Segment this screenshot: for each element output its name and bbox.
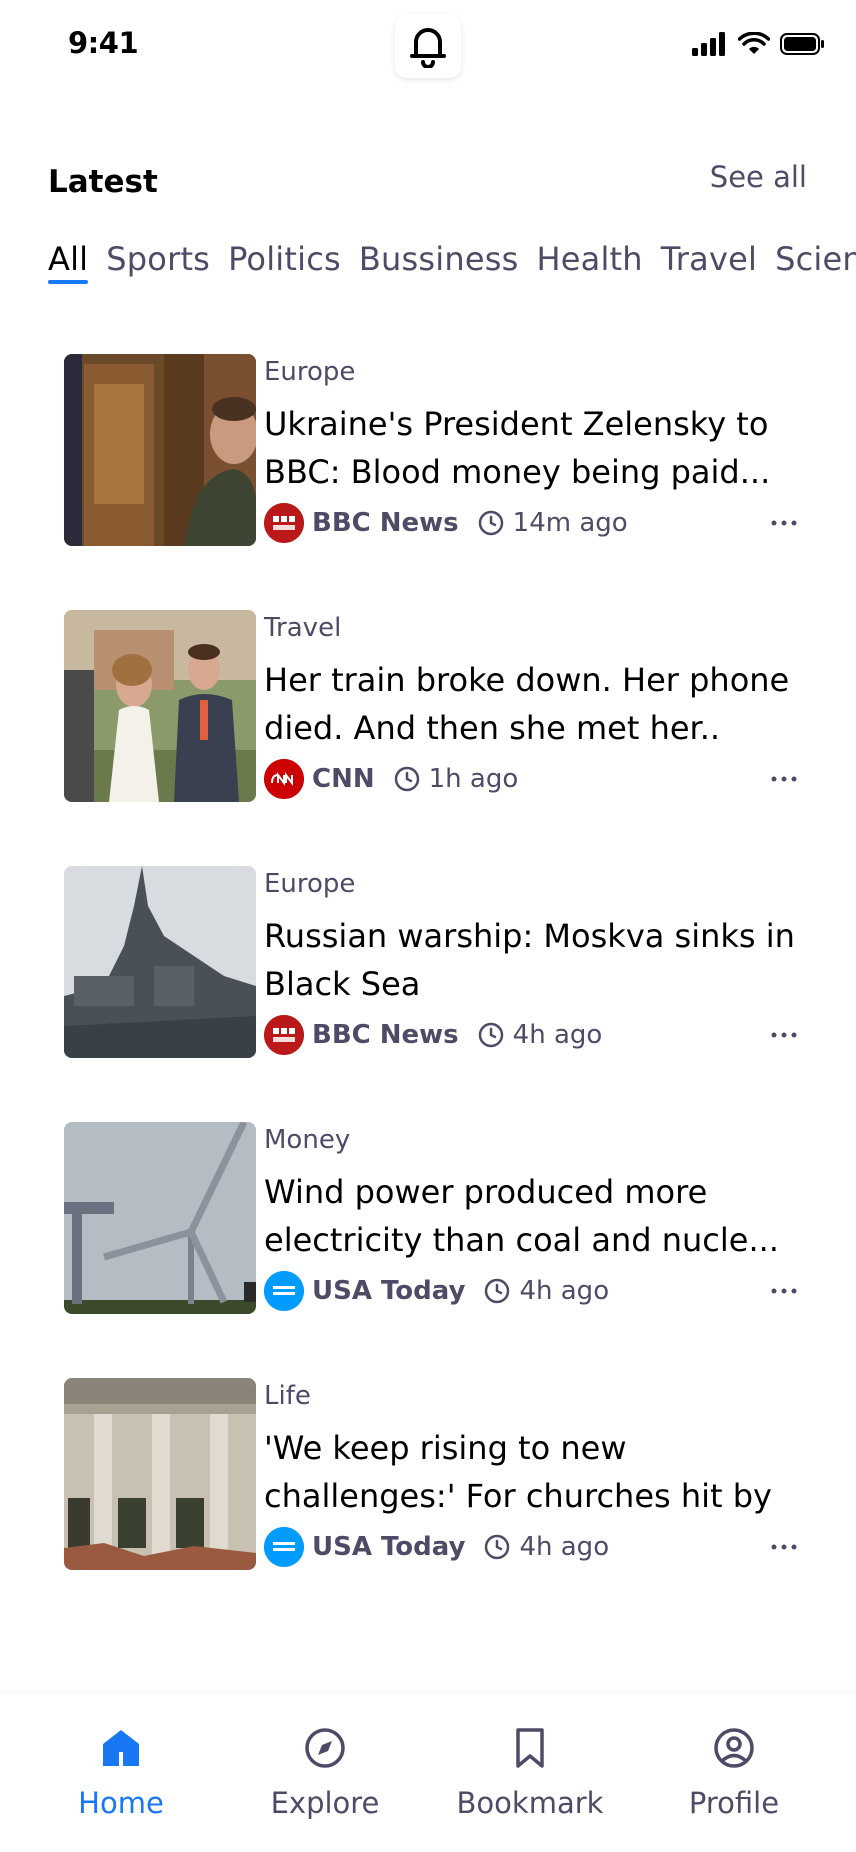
article-source[interactable]: BBC News xyxy=(312,508,459,538)
profile-icon xyxy=(714,1728,754,1768)
article-source[interactable]: BBC News xyxy=(312,1020,459,1050)
cellular-signal-icon xyxy=(692,32,725,56)
status-icons xyxy=(692,32,826,56)
article-headline[interactable]: Her train broke down. Her phone died. An… xyxy=(264,656,804,752)
article-card[interactable]: Travel Her train broke down. Her phone d… xyxy=(64,610,804,802)
more-options-icon[interactable] xyxy=(764,1020,804,1050)
article-category: Money xyxy=(264,1125,351,1155)
nav-bookmark-label: Bookmark xyxy=(456,1786,604,1820)
compass-icon xyxy=(305,1728,345,1768)
article-headline[interactable]: Ukraine's President Zelensky to BBC: Blo… xyxy=(264,400,804,496)
article-headline[interactable]: 'We keep rising to new challenges:' For … xyxy=(264,1424,804,1520)
tab-health[interactable]: Health xyxy=(536,240,642,300)
article-card[interactable]: Europe Russian warship: Moskva sinks in … xyxy=(64,866,804,1058)
article-thumbnail xyxy=(64,610,256,802)
status-time: 9:41 xyxy=(68,26,139,60)
tab-politics[interactable]: Politics xyxy=(228,240,341,300)
nav-profile-label: Profile xyxy=(688,1786,780,1820)
wifi-icon xyxy=(738,32,770,54)
category-tabs: All Sports Politics Bussiness Health Travel Sc… xyxy=(48,240,856,310)
nav-profile[interactable]: Profile xyxy=(634,1694,834,1852)
church-ruins-photo xyxy=(64,1378,256,1570)
usa-today-logo-icon xyxy=(264,1271,304,1311)
tab-business[interactable]: Bussiness xyxy=(359,240,519,300)
article-headline[interactable]: Russian warship: Moskva sinks in Black S… xyxy=(264,912,804,1008)
tab-science[interactable]: Science xyxy=(775,240,856,300)
clock-icon xyxy=(477,509,505,537)
tab-all[interactable]: All xyxy=(48,240,89,300)
article-category: Travel xyxy=(264,613,342,643)
article-category: Life xyxy=(264,1381,311,1411)
bbc-news-logo-icon xyxy=(264,1015,304,1055)
bell-icon xyxy=(410,28,446,68)
more-options-icon[interactable] xyxy=(764,1532,804,1562)
usa-today-logo-icon xyxy=(264,1527,304,1567)
article-source[interactable]: USA Today xyxy=(312,1532,465,1562)
article-source[interactable]: CNN xyxy=(312,764,375,794)
wind-turbine-photo xyxy=(64,1122,256,1314)
more-options-icon[interactable] xyxy=(764,764,804,794)
nav-home[interactable]: Home xyxy=(21,1694,221,1852)
nav-home-label: Home xyxy=(78,1786,164,1820)
article-headline[interactable]: Wind power produced more electricity tha… xyxy=(264,1168,804,1264)
home-icon xyxy=(103,1730,139,1766)
status-bar: 9:41 xyxy=(0,0,856,90)
more-options-icon[interactable] xyxy=(764,1276,804,1306)
battery-icon xyxy=(780,33,824,55)
bottom-navigation: Home Explore Bookmark Profile xyxy=(0,1694,856,1852)
tab-travel[interactable]: Travel xyxy=(661,240,757,300)
article-card[interactable]: Europe Ukraine's President Zelensky to B… xyxy=(64,354,804,546)
clock-icon xyxy=(393,765,421,793)
see-all-link[interactable]: See all xyxy=(710,160,807,194)
article-meta: USA Today 4h ago xyxy=(264,1526,804,1568)
clock-icon xyxy=(483,1277,511,1305)
article-category: Europe xyxy=(264,357,356,387)
clock-icon xyxy=(477,1021,505,1049)
article-thumbnail xyxy=(64,866,256,1058)
article-thumbnail xyxy=(64,354,256,546)
clock-icon xyxy=(483,1533,511,1561)
article-card[interactable]: Money Wind power produced more electrici… xyxy=(64,1122,804,1314)
nav-explore-label: Explore xyxy=(270,1786,380,1820)
article-time: 4h ago xyxy=(519,1532,610,1562)
article-thumbnail xyxy=(64,1378,256,1570)
wedding-photo xyxy=(64,610,256,802)
notification-button[interactable] xyxy=(395,14,461,78)
article-time: 4h ago xyxy=(519,1276,610,1306)
warship-photo xyxy=(64,866,256,1058)
article-time: 14m ago xyxy=(512,508,628,538)
article-time: 4h ago xyxy=(512,1020,603,1050)
article-meta: BBC News 14m ago xyxy=(264,502,804,544)
article-source[interactable]: USA Today xyxy=(312,1276,465,1306)
tab-sports[interactable]: Sports xyxy=(106,240,210,300)
nav-bookmark[interactable]: Bookmark xyxy=(430,1694,630,1852)
section-title: Latest xyxy=(48,164,158,200)
bookmark-icon xyxy=(516,1728,544,1768)
nav-explore[interactable]: Explore xyxy=(225,1694,425,1852)
article-meta: BBC News 4h ago xyxy=(264,1014,804,1056)
cnn-logo-icon xyxy=(264,759,304,799)
bbc-news-logo-icon xyxy=(264,503,304,543)
article-thumbnail xyxy=(64,1122,256,1314)
zelensky-photo xyxy=(64,354,256,546)
article-category: Europe xyxy=(264,869,356,899)
article-card[interactable]: Life 'We keep rising to new challenges:'… xyxy=(64,1378,804,1570)
article-meta: CNN 1h ago xyxy=(264,758,804,800)
article-time: 1h ago xyxy=(428,764,519,794)
more-options-icon[interactable] xyxy=(764,508,804,538)
article-meta: USA Today 4h ago xyxy=(264,1270,804,1312)
